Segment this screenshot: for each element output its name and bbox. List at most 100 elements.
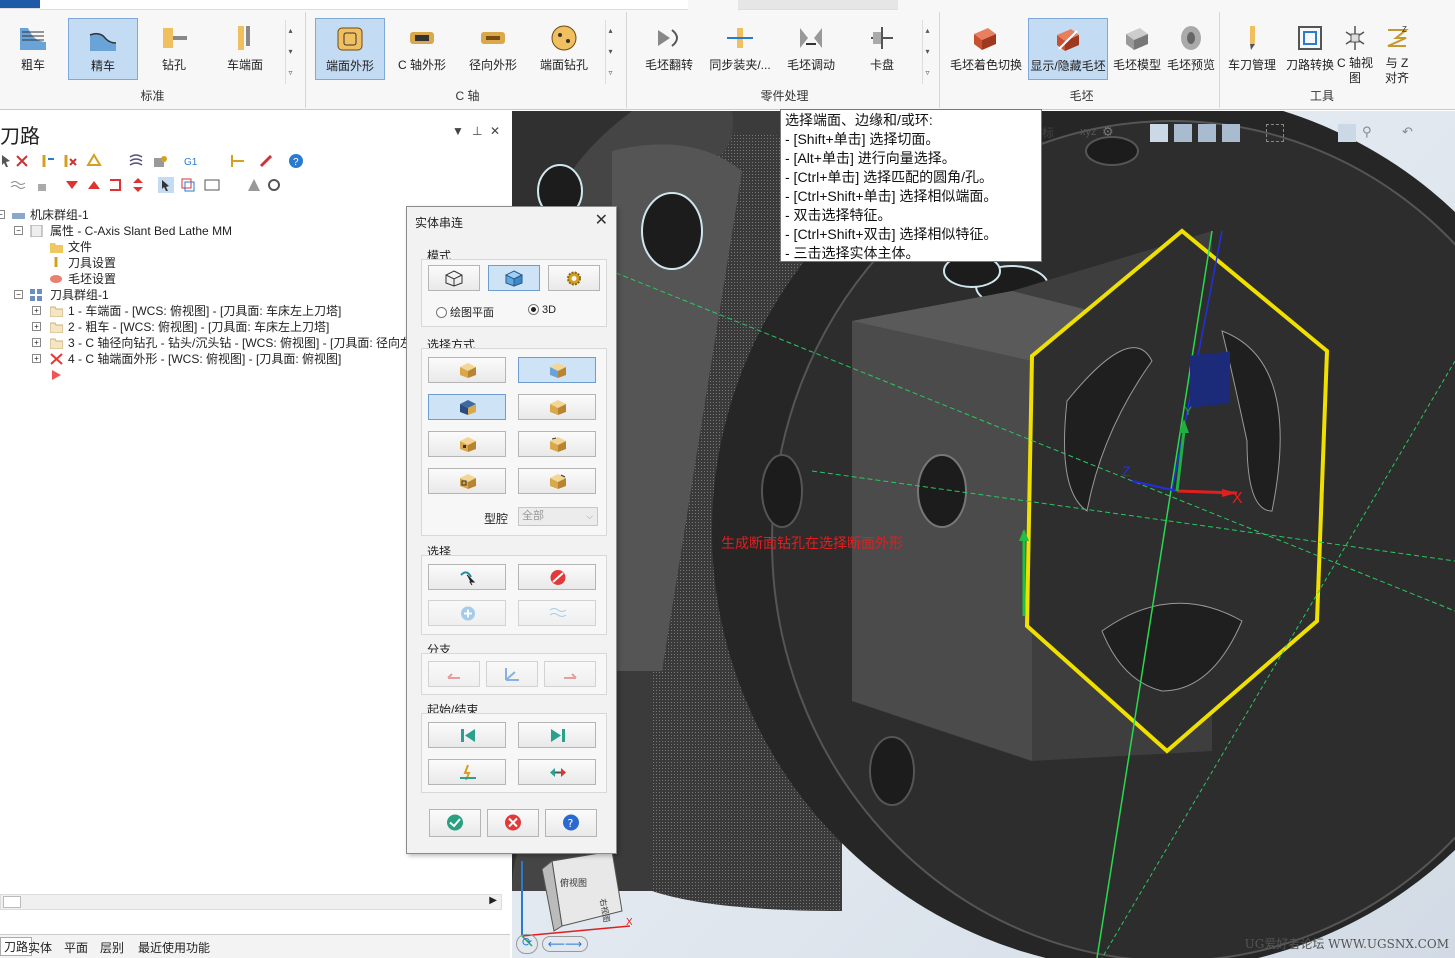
radio-plane[interactable]: 绘图平面 [436,304,494,320]
select-partial-loop-button[interactable] [518,394,596,420]
options-icon[interactable] [246,177,262,193]
toggle-display-icon[interactable] [86,153,102,169]
branch-back-button[interactable] [428,661,480,687]
move-start-back-button[interactable] [428,722,506,748]
wireframe-mode-button[interactable] [428,265,480,291]
rough-turn-button[interactable]: 粗车 [0,18,66,80]
simulate-icon[interactable]: G1 [184,153,200,169]
expand-toggle[interactable]: + [32,306,41,315]
add-selection-button[interactable] [428,600,506,626]
close-panel-icon[interactable]: ✕ [490,124,500,138]
face-contour-button[interactable]: 端面外形 [315,18,385,80]
chuck-button[interactable]: 卡盘 [849,18,915,80]
wcs-icon[interactable]: xyz [1080,126,1097,138]
stock-shading-toggle-button[interactable]: 毛坯着色切换 [950,18,1022,80]
undo-select-icon[interactable]: ↶ [1402,124,1413,140]
wave-icon[interactable] [10,177,26,193]
scroll-thumb[interactable] [3,896,21,908]
options-button[interactable] [548,265,600,291]
solid-mode-button[interactable] [488,265,540,291]
group-scroll[interactable]: ▴ ▾ ▿ [285,20,295,84]
view-right-icon[interactable] [1222,124,1240,142]
collapse-toggle[interactable]: − [0,210,5,219]
select-edge-button[interactable] [428,357,506,383]
select-feature-button[interactable] [518,431,596,457]
expand-toggle[interactable]: + [32,338,41,347]
face-turn-button[interactable]: 车端面 [212,18,278,80]
horizontal-scrollbar[interactable]: ▶ [0,894,502,910]
move-up-icon[interactable] [86,177,102,193]
post-icon[interactable] [230,153,246,169]
filter-icon[interactable]: ⚲ [1362,124,1372,140]
lathe-tool-manager-button[interactable]: 车刀管理 [1222,18,1282,80]
select-pocket-button[interactable] [428,468,506,494]
wave-select-button[interactable] [518,600,596,626]
stock-flip-button[interactable]: 毛坯翻转 [636,18,702,80]
pan-view-icon[interactable]: ⟵⟶ [542,936,588,952]
select-hole-button[interactable] [428,431,506,457]
select-filter-icon[interactable] [1338,124,1356,142]
select-mode-icon[interactable] [158,177,174,193]
panel-dropdown-icon[interactable]: ▼ [452,124,464,138]
radial-contour-button[interactable]: 径向外形 [460,18,526,80]
move-down-icon[interactable] [64,177,80,193]
collapse-toggle[interactable]: − [14,290,23,299]
insert-arrow-icon[interactable] [108,177,124,193]
group-scroll[interactable]: ▴ ▾ ▿ [605,20,615,84]
ok-button[interactable] [429,809,481,837]
show-hide-stock-button[interactable]: 显示/隐藏毛坯 [1028,18,1108,80]
settings-icon[interactable]: ⚙ [1102,124,1114,140]
reverse-direction-button[interactable] [518,759,596,785]
display-options-icon[interactable] [204,177,220,193]
expand-toggle[interactable]: + [32,322,41,331]
tab-solids[interactable]: 实体 [28,939,52,956]
tool-icon[interactable] [258,153,274,169]
help-button[interactable]: ? [545,809,597,837]
branch-axis-button[interactable] [486,661,538,687]
finish-turn-button[interactable]: 精车 [68,18,138,80]
select-loop-button[interactable] [428,394,506,420]
group-scroll[interactable]: ▴ ▾ ▿ [922,20,932,84]
close-icon[interactable]: ✕ [595,210,608,230]
cancel-button[interactable] [487,809,539,837]
cavity-select[interactable]: 全部 ⌵ [518,507,598,526]
backplot-icon[interactable] [128,153,144,169]
select-body-button[interactable] [518,468,596,494]
dynamic-start-button[interactable] [428,759,506,785]
expand-toggle[interactable]: + [32,354,41,363]
scroll-right-icon[interactable]: ▶ [489,895,497,906]
radio-3d[interactable]: 3D [528,304,556,316]
deselect-icon[interactable] [14,153,30,169]
stock-model-button[interactable]: 毛坯模型 [1108,18,1166,80]
c-axis-contour-button[interactable]: C 轴外形 [389,18,455,80]
file-tab-strip[interactable] [0,0,40,9]
tool-settings-icon[interactable] [266,177,282,193]
toolpath-transform-button[interactable]: 刀路转换 [1280,18,1340,80]
tab-recent-functions[interactable]: 最近使用功能 [138,939,210,956]
reselect-button[interactable] [428,564,506,590]
rotate-view-icon[interactable]: ⟳ [516,934,538,954]
view-iso-icon[interactable] [1150,124,1168,142]
group-display-icon[interactable] [180,177,196,193]
stock-transfer-button[interactable]: 毛坯调动 [778,18,844,80]
regenerate-dirty-icon[interactable] [62,153,78,169]
face-drill-button[interactable]: 端面钻孔 [531,18,597,80]
stock-preview-button[interactable]: 毛坯预览 [1162,18,1220,80]
lock-icon[interactable] [34,177,50,193]
radio-3d-dot[interactable] [528,304,539,315]
drill-button[interactable]: 钻孔 [141,18,207,80]
select-face-button[interactable] [518,357,596,383]
help-icon[interactable]: ? [288,153,304,169]
sync-clamp-button[interactable]: 同步装夹/... [707,18,773,80]
branch-forward-button[interactable] [544,661,596,687]
collapse-toggle[interactable]: − [14,226,23,235]
clear-selection-button[interactable] [518,564,596,590]
move-end-forward-button[interactable] [518,722,596,748]
radio-plane-dot[interactable] [436,307,447,318]
c-axis-view-button[interactable]: C 轴视图 [1334,18,1376,98]
pin-icon[interactable]: ⊥ [472,124,482,138]
view-front-icon[interactable] [1198,124,1216,142]
window-select-icon[interactable] [1266,124,1284,142]
view-top-icon[interactable] [1174,124,1192,142]
verify-icon[interactable] [152,153,168,169]
